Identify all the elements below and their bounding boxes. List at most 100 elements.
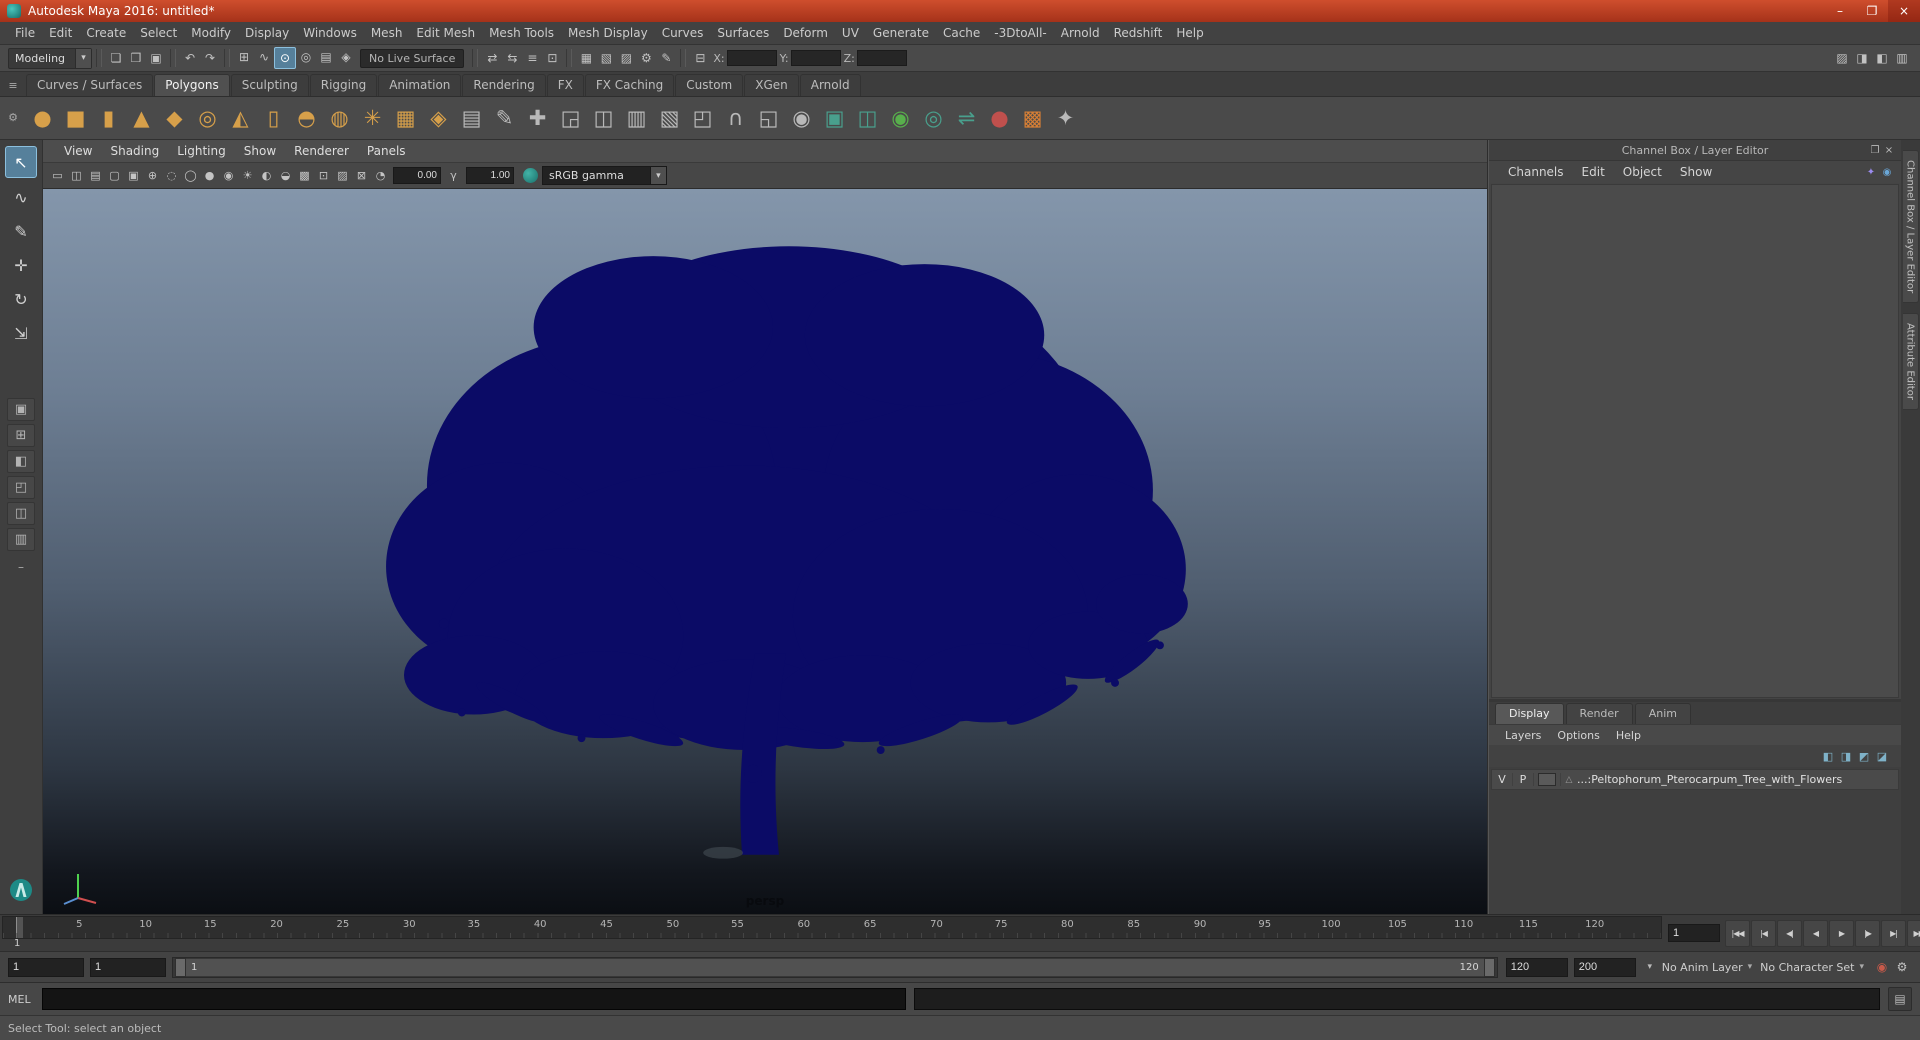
command-input[interactable] bbox=[42, 988, 907, 1010]
coordinate-input[interactable] bbox=[856, 50, 907, 66]
layout-persp-uv-button[interactable]: ▥ bbox=[7, 528, 35, 551]
snap-to-projected-center-icon[interactable]: ◎ bbox=[296, 47, 316, 67]
panel-menu-item[interactable]: Lighting bbox=[168, 144, 235, 158]
live-surface-field[interactable]: No Live Surface bbox=[360, 48, 465, 68]
close-button[interactable]: × bbox=[1888, 0, 1920, 22]
menu-item[interactable]: -3DtoAll- bbox=[987, 26, 1053, 40]
make-live-icon[interactable]: ◈ bbox=[336, 47, 356, 67]
select-camera-icon[interactable]: ▭ bbox=[48, 166, 67, 185]
snap-to-curves-icon[interactable]: ∿ bbox=[254, 47, 274, 67]
current-frame-input[interactable] bbox=[1668, 924, 1720, 942]
menu-item[interactable]: Edit bbox=[42, 26, 79, 40]
output-connections-icon[interactable]: ⇆ bbox=[502, 48, 522, 68]
menu-item[interactable]: Curves bbox=[655, 26, 711, 40]
character-set-dropdown[interactable]: No Character Set ▾ bbox=[1760, 958, 1864, 976]
layer-editor-menu-item[interactable]: Help bbox=[1608, 729, 1649, 742]
playback-end-input[interactable] bbox=[1505, 957, 1568, 977]
extrude-icon[interactable]: ◱ bbox=[752, 102, 785, 135]
poly-plane-icon[interactable]: ◆ bbox=[158, 102, 191, 135]
lasso-select-tool[interactable]: ∿ bbox=[6, 182, 36, 212]
boolean-union-icon[interactable]: ◎ bbox=[917, 102, 950, 135]
layer-editor-menu-item[interactable]: Options bbox=[1549, 729, 1607, 742]
play-backwards-button[interactable]: ◀ bbox=[1803, 919, 1828, 947]
step-back-key-button[interactable]: |◀ bbox=[1751, 919, 1776, 947]
layer-row[interactable]: V P △ ...:Peltophorum_Pterocarpum_Tree_w… bbox=[1491, 769, 1899, 790]
go-to-end-button[interactable]: ▶▶| bbox=[1907, 919, 1920, 947]
range-end-handle[interactable] bbox=[1483, 957, 1495, 977]
channel-slider-mode-icon[interactable]: ✦ bbox=[1863, 167, 1879, 178]
layer-editor-tab[interactable]: Anim bbox=[1634, 703, 1691, 724]
animation-start-input[interactable] bbox=[8, 957, 84, 977]
panel-menu-item[interactable]: View bbox=[55, 144, 101, 158]
shelf-tab[interactable]: Rendering bbox=[462, 74, 546, 96]
ipr-render-icon[interactable]: ▨ bbox=[616, 48, 636, 68]
playback-start-input[interactable] bbox=[90, 957, 166, 977]
animation-end-input[interactable] bbox=[1573, 957, 1636, 977]
shelf-tab[interactable]: Custom bbox=[675, 74, 744, 96]
anim-layer-dropdown[interactable]: No Anim Layer ▾ bbox=[1662, 958, 1752, 976]
menu-item[interactable]: Modify bbox=[184, 26, 238, 40]
layer-visibility-toggle[interactable]: V bbox=[1492, 773, 1513, 786]
poly-pyramid-icon[interactable]: ◭ bbox=[224, 102, 257, 135]
menu-item[interactable]: Mesh Tools bbox=[482, 26, 561, 40]
move-tool[interactable]: ✛ bbox=[6, 250, 36, 280]
input-connections-icon[interactable]: ⇄ bbox=[482, 48, 502, 68]
camera-attributes-icon[interactable]: ▤ bbox=[86, 166, 105, 185]
coordinate-input[interactable] bbox=[790, 50, 841, 66]
range-start-handle[interactable] bbox=[175, 957, 186, 977]
menu-item[interactable]: UV bbox=[835, 26, 866, 40]
exposure-input[interactable] bbox=[393, 167, 441, 184]
snap-to-points-icon[interactable]: ⊙ bbox=[274, 47, 297, 69]
layer-editor-tab[interactable]: Display bbox=[1495, 703, 1564, 724]
layout-single-pane-button[interactable]: ▣ bbox=[7, 398, 35, 421]
append-to-polygon-icon[interactable]: ✚ bbox=[521, 102, 554, 135]
chevron-down-icon[interactable]: ▾ bbox=[1642, 962, 1658, 972]
panel-menu-item[interactable]: Shading bbox=[101, 144, 168, 158]
play-forwards-button[interactable]: ▶ bbox=[1829, 919, 1854, 947]
poly-torus-icon[interactable]: ◎ bbox=[191, 102, 224, 135]
coordinate-input[interactable] bbox=[726, 50, 777, 66]
modeling-toolkit-icon[interactable]: ⊡ bbox=[542, 48, 562, 68]
layer-color-swatch[interactable] bbox=[1538, 773, 1556, 786]
poly-gear-icon[interactable]: ✳ bbox=[356, 102, 389, 135]
scale-tool[interactable]: ⇲ bbox=[6, 318, 36, 348]
new-layer-from-selected-icon[interactable]: ◪ bbox=[1873, 750, 1891, 763]
layer-move-up-icon[interactable]: ◧ bbox=[1819, 750, 1837, 763]
channel-speed-icon[interactable]: ◉ bbox=[1879, 167, 1895, 178]
rotate-tool[interactable]: ↻ bbox=[6, 284, 36, 314]
poly-cube-icon[interactable]: ■ bbox=[59, 102, 92, 135]
new-scene-icon[interactable]: ❏ bbox=[106, 48, 126, 68]
menu-item[interactable]: Redshift bbox=[1107, 26, 1170, 40]
smooth-proxy-icon[interactable]: ◉ bbox=[884, 102, 917, 135]
maya-logo-icon[interactable] bbox=[8, 877, 34, 906]
channel-box-menu-item[interactable]: Object bbox=[1614, 165, 1671, 179]
create-polygon-tool-icon[interactable]: ✎ bbox=[488, 102, 521, 135]
select-tool[interactable]: ↖ bbox=[5, 146, 37, 178]
shelf-tab[interactable]: Animation bbox=[378, 74, 462, 96]
layer-editor-tab[interactable]: Render bbox=[1565, 703, 1633, 724]
panel-menu-item[interactable]: Renderer bbox=[285, 144, 358, 158]
shelf-tab[interactable]: FX bbox=[546, 74, 584, 96]
poly-uv-sphere-icon[interactable]: ◍ bbox=[323, 102, 356, 135]
save-scene-icon[interactable]: ▣ bbox=[146, 48, 166, 68]
command-result-field[interactable] bbox=[914, 988, 1880, 1010]
poly-dome-icon[interactable]: ◓ bbox=[290, 102, 323, 135]
menu-item[interactable]: Deform bbox=[776, 26, 835, 40]
poly-plane-grid-icon[interactable]: ▦ bbox=[389, 102, 422, 135]
shelf-tabs-menu-icon[interactable]: ≡ bbox=[4, 76, 22, 94]
oversampling-icon[interactable]: ◌ bbox=[162, 166, 181, 185]
construction-history-icon[interactable]: ≡ bbox=[522, 48, 542, 68]
quad-draw-tool-icon[interactable]: ◲ bbox=[554, 102, 587, 135]
gamma-icon[interactable]: γ bbox=[444, 166, 463, 185]
time-slider[interactable]: 5 10 15 20 25 30 35 40 45 50 55 60 65 70 75 80 85 90 95 100… bbox=[2, 916, 1662, 939]
toggle-tool-settings-icon[interactable]: ◧ bbox=[1872, 48, 1892, 68]
layout-persp-graph-button[interactable]: ◰ bbox=[7, 476, 35, 499]
layout-four-pane-button[interactable]: ⊞ bbox=[7, 424, 35, 447]
step-forward-frame-button[interactable]: |▶ bbox=[1855, 919, 1880, 947]
shelf-tab[interactable]: Sculpting bbox=[230, 74, 309, 96]
channel-box-menu-item[interactable]: Channels bbox=[1499, 165, 1573, 179]
go-to-start-button[interactable]: |◀◀ bbox=[1725, 919, 1750, 947]
shelf-options-menu-icon[interactable]: ⚙ bbox=[4, 108, 22, 126]
channel-list-area[interactable] bbox=[1491, 184, 1899, 698]
shadows-icon[interactable]: ◐ bbox=[257, 166, 276, 185]
